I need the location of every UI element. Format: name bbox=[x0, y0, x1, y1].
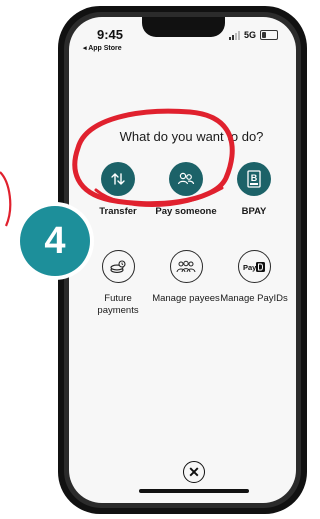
close-icon: ✕ bbox=[188, 463, 200, 480]
coin-clock-icon bbox=[101, 250, 135, 283]
future-payments-option[interactable]: Future payments bbox=[83, 250, 153, 317]
network-label: 5G bbox=[243, 30, 256, 40]
home-indicator bbox=[139, 489, 249, 493]
manage-payees-option[interactable]: Manage payees bbox=[151, 250, 221, 305]
step-number-badge: 4 bbox=[20, 206, 90, 276]
group-icon bbox=[169, 250, 203, 283]
bpay-icon: B bbox=[237, 162, 271, 196]
bpay-option[interactable]: B BPAY bbox=[219, 162, 289, 218]
transfer-arrows-icon bbox=[101, 162, 135, 196]
transfer-option[interactable]: Transfer bbox=[83, 162, 153, 218]
pay-someone-label: Pay someone bbox=[155, 206, 217, 217]
payid-text: Pay bbox=[243, 263, 257, 272]
manage-payees-label: Manage payees bbox=[152, 293, 220, 304]
page-title: What do you want to do? bbox=[119, 129, 264, 144]
status-time: 9:45 bbox=[97, 27, 124, 42]
future-payments-label: Future payments bbox=[97, 293, 139, 316]
status-indicators: 5G bbox=[228, 30, 278, 40]
previous-step-marker bbox=[0, 171, 12, 227]
bpay-label: BPAY bbox=[241, 206, 267, 217]
manage-payids-label: Manage PayIDs bbox=[220, 293, 288, 304]
app-screen: 9:45 ◂ App Store 5G What do you want to … bbox=[69, 17, 296, 503]
bpay-mark: B bbox=[251, 173, 258, 183]
phone-notch bbox=[142, 17, 225, 37]
people-icon bbox=[169, 162, 203, 196]
manage-payids-option[interactable]: Pay Manage PayIDs bbox=[219, 250, 289, 305]
signal-icon bbox=[228, 30, 240, 40]
payid-icon: Pay bbox=[237, 250, 271, 283]
phone-frame: 9:45 ◂ App Store 5G What do you want to … bbox=[58, 6, 307, 514]
back-to-app-store-link[interactable]: ◂ App Store bbox=[83, 44, 122, 52]
close-button[interactable]: ✕ bbox=[183, 461, 205, 483]
battery-icon bbox=[260, 30, 278, 40]
transfer-label: Transfer bbox=[99, 206, 137, 217]
pay-someone-option[interactable]: Pay someone bbox=[151, 162, 221, 218]
